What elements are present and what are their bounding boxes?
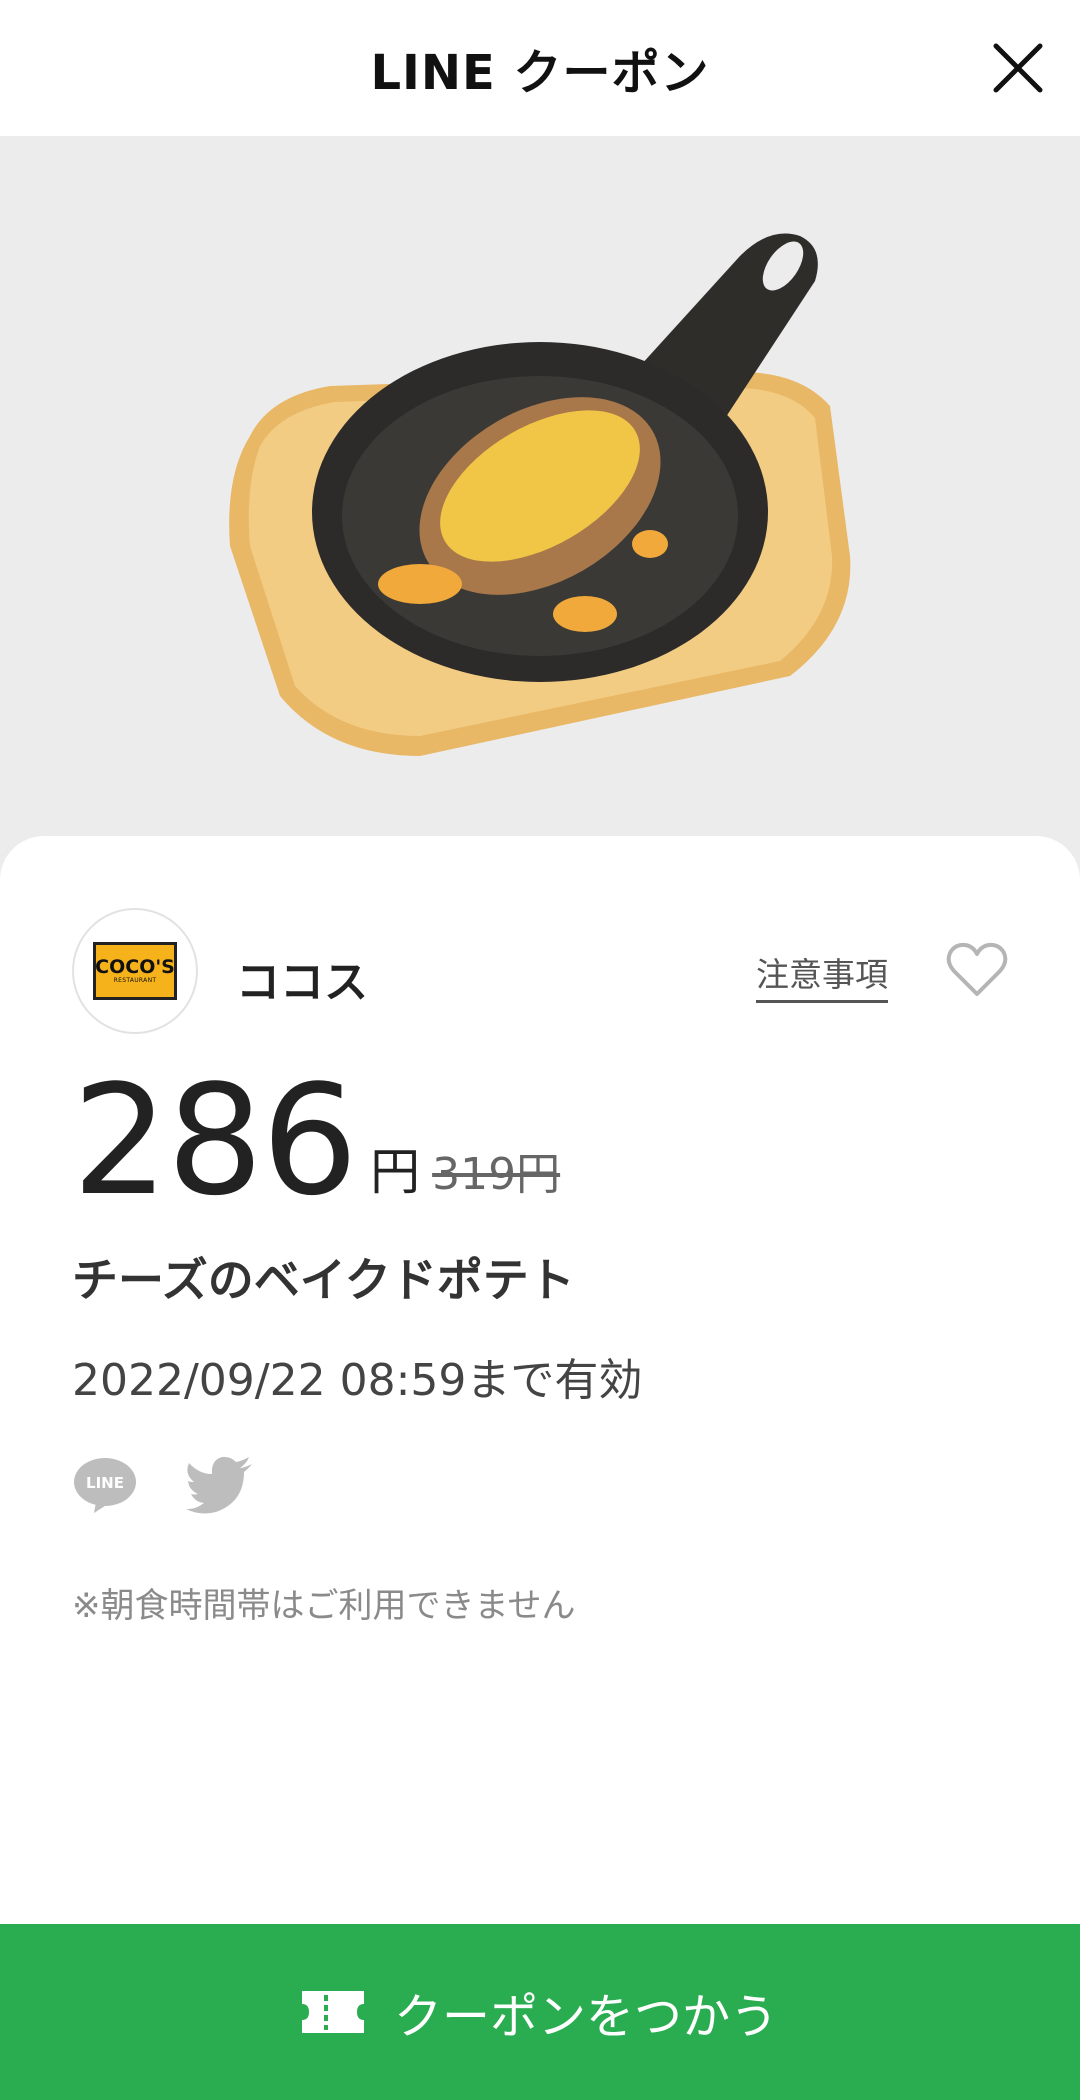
- product-photo: [0, 136, 1080, 840]
- coupon-card: COCO'S RESTAURANT ココス 注意事項 286 円 319円 チー…: [0, 836, 1080, 1924]
- favorite-button[interactable]: [946, 942, 1008, 998]
- cocos-logo: COCO'S RESTAURANT: [93, 942, 177, 1000]
- close-icon: [993, 43, 1043, 93]
- share-twitter-button[interactable]: [186, 1456, 254, 1514]
- use-coupon-label: クーポンをつかう: [393, 1989, 778, 2045]
- coupon-price: 286: [72, 1052, 358, 1229]
- share-line-button[interactable]: LINE: [72, 1456, 138, 1514]
- header-bar: LINE クーポン: [0, 0, 1080, 136]
- use-coupon-button[interactable]: クーポンをつかう: [0, 1924, 1080, 2100]
- price-unit: 円: [370, 1143, 421, 1201]
- line-share-icon: LINE: [74, 1458, 136, 1513]
- close-button[interactable]: [990, 40, 1046, 96]
- line-share-label: LINE: [86, 1474, 124, 1492]
- usage-note: ※朝食時間帯はご利用できません: [72, 1586, 576, 1626]
- product-name: チーズのベイクドポテト: [72, 1253, 575, 1307]
- logo-subtext: RESTAURANT: [113, 977, 157, 984]
- validity-text: 2022/09/22 08:59まで有効: [72, 1355, 643, 1406]
- notes-link[interactable]: 注意事項: [756, 948, 888, 1003]
- heart-icon: [946, 942, 1008, 996]
- page-title: LINE クーポン: [370, 45, 710, 101]
- ticket-icon: [301, 1991, 364, 2033]
- twitter-share-icon: [186, 1456, 252, 1514]
- logo-text: COCO'S: [95, 956, 175, 978]
- price-row: 286 円 319円: [72, 1052, 561, 1229]
- store-logo: COCO'S RESTAURANT: [72, 908, 198, 1034]
- store-name: ココス: [236, 957, 368, 1008]
- original-price: 319円: [432, 1149, 561, 1200]
